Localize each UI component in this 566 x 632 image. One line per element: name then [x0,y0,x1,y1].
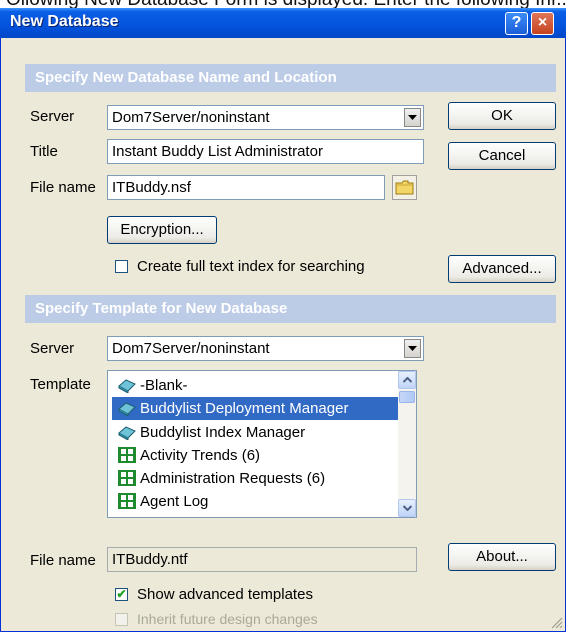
list-item[interactable]: -Blank- [112,374,398,397]
resize-grip-icon[interactable] [549,615,563,629]
inherit-label: Inherit future design changes [137,611,318,627]
close-button[interactable]: × [531,12,554,35]
filename-label: File name [30,179,96,196]
title-input[interactable]: Instant Buddy List Administrator [107,139,424,164]
title-label: Title [30,143,58,160]
list-item[interactable]: Administration Requests (6) [112,467,398,490]
server-select[interactable]: Dom7Server/noninstant [107,105,424,130]
book-icon [118,426,136,440]
fulltext-label: Create full text index for searching [137,258,365,275]
fulltext-checkbox[interactable] [115,260,128,273]
server-label: Server [30,108,75,125]
ok-button[interactable]: OK [448,102,556,130]
template-server-select[interactable]: Dom7Server/noninstant [107,336,424,361]
template-filename-value: ITBuddy.ntf [112,551,188,568]
show-advanced-checkbox[interactable]: ✔ [115,588,128,601]
template-label: Template [30,376,91,393]
domino-db-icon [118,470,136,486]
chevron-up-icon [402,377,412,383]
scroll-up-button[interactable] [398,371,416,389]
domino-db-icon [118,493,136,509]
dialog-title: New Database [10,13,119,30]
chevron-down-icon[interactable] [404,339,421,358]
template-filename-label: File name [30,552,96,569]
help-button[interactable]: ? [505,12,528,35]
book-icon [118,379,136,393]
template-server-label: Server [30,340,75,357]
show-advanced-label: Show advanced templates [137,586,313,603]
server-select-value: Dom7Server/noninstant [112,109,270,126]
chevron-down-icon[interactable] [404,108,421,127]
advanced-button[interactable]: Advanced... [448,255,556,283]
book-icon [118,402,136,416]
close-icon: × [537,14,548,31]
filename-input[interactable]: ITBuddy.nsf [107,175,385,200]
domino-db-icon [118,447,136,463]
scroll-thumb[interactable] [399,391,415,403]
list-item[interactable]: Agent Log [112,490,398,513]
filename-input-value: ITBuddy.nsf [112,179,191,196]
template-filename-field: ITBuddy.ntf [107,547,417,572]
help-icon: ? [511,14,522,31]
list-item[interactable]: Activity Trends (6) [112,444,398,467]
list-item[interactable]: Buddylist Index Manager [112,421,398,444]
scroll-down-button[interactable] [398,499,416,517]
section-header-template: Specify Template for New Database [25,295,556,323]
cancel-button[interactable]: Cancel [448,142,556,170]
encryption-button[interactable]: Encryption... [107,216,217,244]
title-input-value: Instant Buddy List Administrator [112,143,323,160]
section-header-location: Specify New Database Name and Location [25,64,556,92]
inherit-checkbox [115,613,128,626]
template-list[interactable]: -Blank- Buddylist Deployment Manager Bud… [107,370,417,518]
list-item[interactable]: Buddylist Deployment Manager [112,397,398,420]
folder-icon [395,180,414,195]
template-server-select-value: Dom7Server/noninstant [112,340,270,357]
template-list-scrollbar[interactable] [398,371,416,517]
chevron-down-icon [402,505,412,511]
browse-folder-button[interactable] [392,175,417,200]
about-button[interactable]: About... [448,543,556,571]
